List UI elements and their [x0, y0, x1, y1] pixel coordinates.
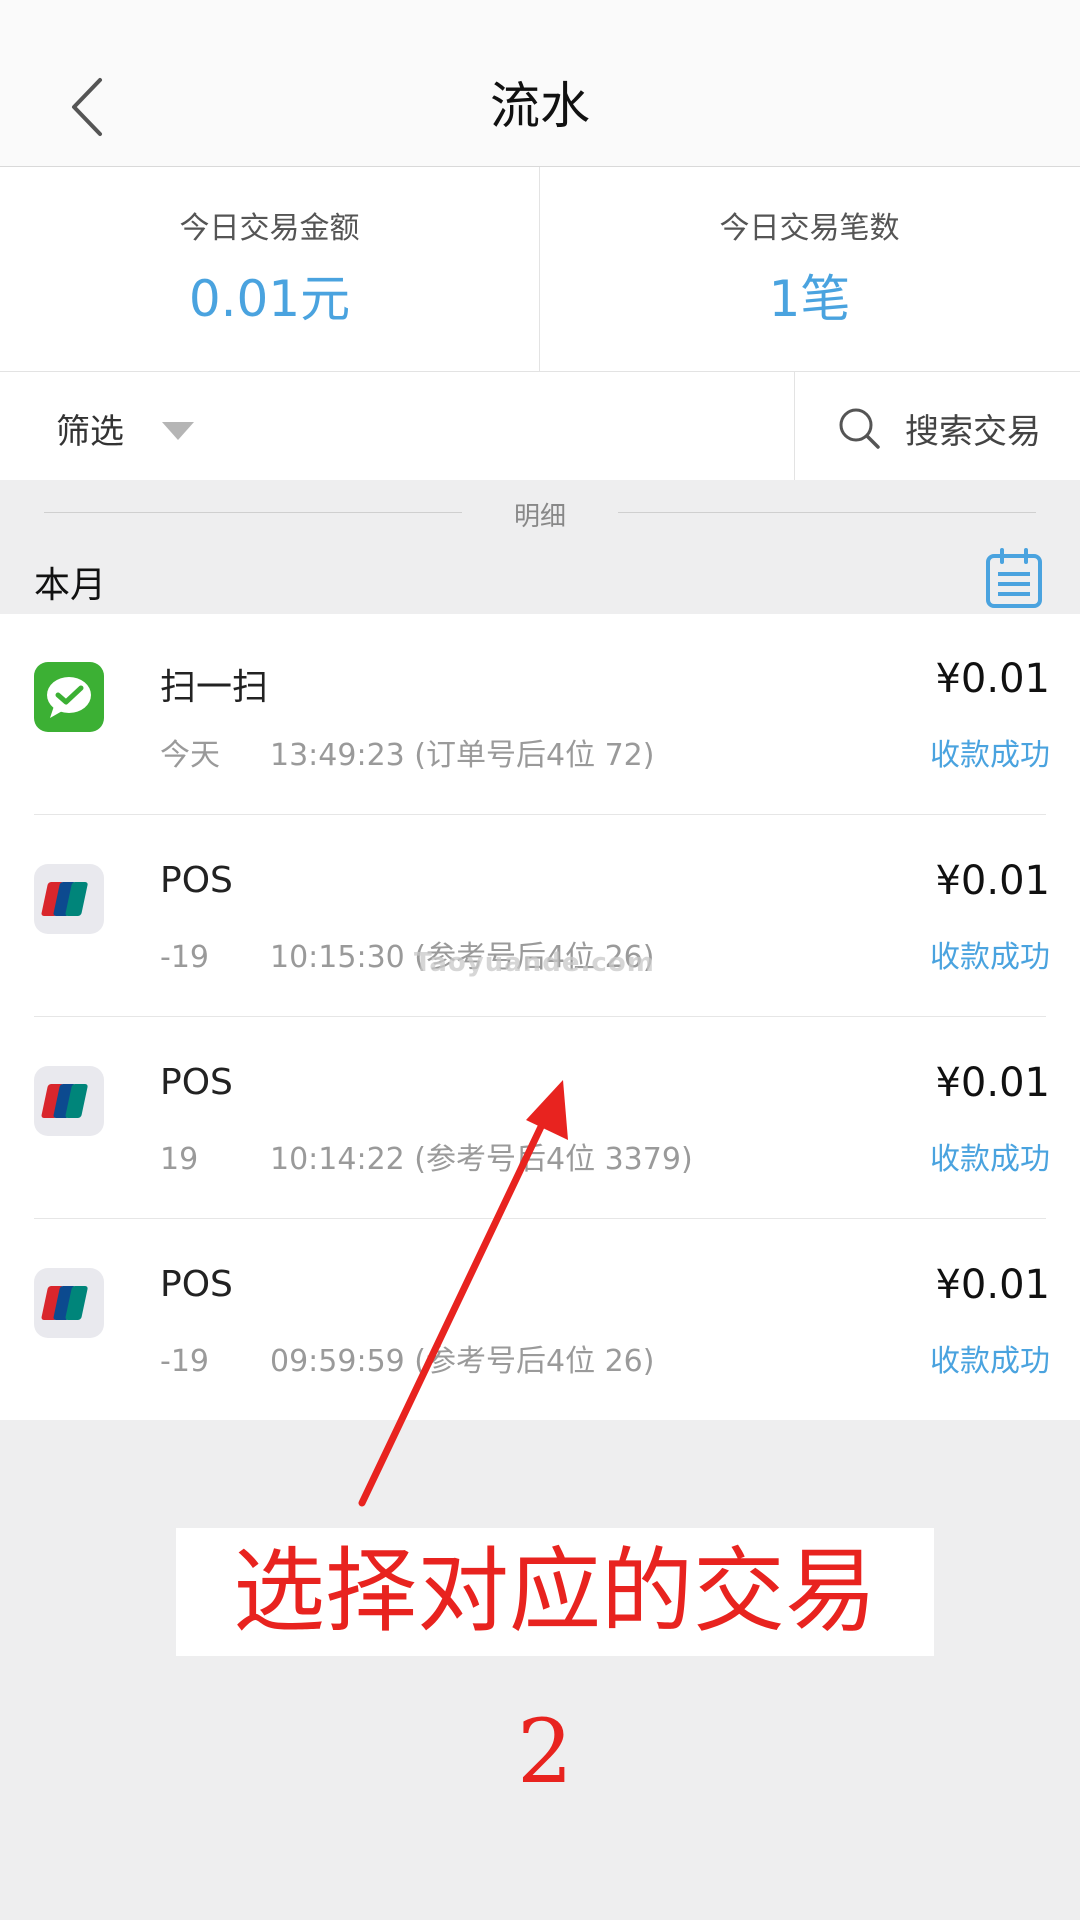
item-detail: 10:14:22 (参考号后4位 3379) — [270, 1142, 693, 1177]
calendar-button[interactable] — [984, 548, 1044, 610]
today-stats: 今日交易金额 0.01元 今日交易笔数 1笔 — [0, 167, 1080, 372]
list-item[interactable]: POS 19 10:14:22 (参考号后4位 3379) ¥0.01 收款成功 — [0, 1018, 1080, 1219]
wechat-pay-icon — [34, 662, 104, 732]
row-divider — [34, 1016, 1046, 1017]
item-status: 收款成功 — [930, 940, 1050, 975]
item-detail: 13:49:23 (订单号后4位 72) — [270, 738, 655, 773]
item-status: 收款成功 — [930, 738, 1050, 773]
transaction-list: 扫一扫 今天 13:49:23 (订单号后4位 72) ¥0.01 收款成功 PO… — [0, 614, 1080, 1420]
search-icon — [839, 408, 880, 449]
stat-count: 今日交易笔数 1笔 — [540, 167, 1079, 371]
item-detail: 09:59:59 (参考号后4位 26) — [270, 1344, 655, 1379]
row-divider — [34, 1218, 1046, 1219]
unionpay-icon — [34, 1268, 104, 1338]
amount-label: 今日交易金额 — [179, 211, 360, 246]
item-subtitle: -19 09:59:59 (参考号后4位 26) — [160, 1336, 654, 1380]
status-bar — [0, 0, 1080, 50]
item-title: POS — [160, 860, 233, 901]
step-number: 2 — [517, 1700, 573, 1803]
unionpay-icon — [34, 864, 104, 934]
item-amount: ¥0.01 — [935, 1262, 1050, 1308]
caret-down-icon[interactable] — [162, 422, 194, 440]
amount-value: 0.01元 — [188, 270, 351, 328]
item-amount: ¥0.01 — [935, 656, 1050, 702]
list-item[interactable]: POS -19 09:59:59 (参考号后4位 26) ¥0.01 收款成功 — [0, 1220, 1080, 1421]
filter-button[interactable]: 筛选 — [56, 404, 124, 453]
annotation-box: 选择对应的交易 — [176, 1528, 934, 1656]
list-item[interactable]: 扫一扫 今天 13:49:23 (订单号后4位 72) ¥0.01 收款成功 — [0, 614, 1080, 815]
item-date: -19 — [160, 940, 209, 975]
list-item[interactable]: POS -19 10:15:30 (参考号后4位 26) ¥0.01 收款成功 — [0, 816, 1080, 1017]
item-subtitle: 今天 13:49:23 (订单号后4位 72) — [160, 730, 654, 774]
unionpay-icon — [34, 1066, 104, 1136]
section-label: 明细 — [513, 502, 566, 532]
item-title: POS — [160, 1264, 233, 1305]
item-title: POS — [160, 1062, 233, 1103]
item-title: 扫一扫 — [160, 667, 269, 708]
stat-amount: 今日交易金额 0.01元 — [0, 167, 540, 371]
filter-bar: 筛选 搜索交易 — [0, 372, 1080, 480]
item-date: -19 — [160, 1344, 209, 1379]
item-date: 今天 — [160, 738, 220, 773]
item-amount: ¥0.01 — [935, 1060, 1050, 1106]
count-label: 今日交易笔数 — [719, 211, 900, 246]
search-button[interactable]: 搜索交易 — [794, 372, 1080, 480]
item-date: 19 — [160, 1142, 199, 1177]
nav-header: 流水 — [0, 50, 1080, 167]
calendar-list-icon — [986, 548, 1042, 608]
month-heading: 本月 — [34, 565, 107, 606]
item-status: 收款成功 — [930, 1344, 1050, 1379]
watermark: Taoyuande.com — [414, 948, 655, 978]
page-title: 流水 — [490, 77, 590, 135]
search-label: 搜索交易 — [905, 412, 1041, 452]
count-value: 1笔 — [768, 270, 851, 328]
item-amount: ¥0.01 — [935, 858, 1050, 904]
item-subtitle: 19 10:14:22 (参考号后4位 3379) — [160, 1134, 693, 1178]
row-divider — [34, 814, 1046, 815]
page: 流水 今日交易金额 0.01元 今日交易笔数 1笔 筛选 搜索交易 明细 本月 — [0, 0, 1080, 1920]
item-status: 收款成功 — [930, 1142, 1050, 1177]
annotation-text: 选择对应的交易 — [232, 1538, 877, 1645]
